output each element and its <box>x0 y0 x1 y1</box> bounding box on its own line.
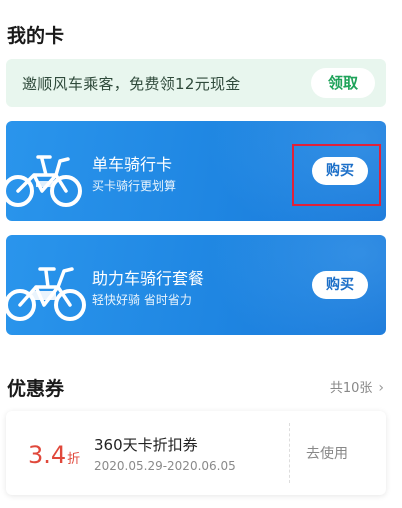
promo-text: 邀顺风车乘客，免费领12元现金 <box>22 75 241 93</box>
bicycle-icon <box>6 155 82 207</box>
ebike-icon <box>6 267 86 321</box>
card-title: 助力车骑行套餐 <box>92 269 205 288</box>
use-coupon-button[interactable]: 去使用 <box>306 443 348 463</box>
coupon-discount-unit: 折 <box>67 452 81 467</box>
ebike-card[interactable]: 助力车骑行套餐 轻快好骑 省时省力 购买 <box>6 235 386 335</box>
coupon-date-range: 2020.05.29-2020.06.05 <box>94 459 236 473</box>
coupon-value: 3.4折 <box>28 441 80 469</box>
my-cards-title: 我的卡 <box>7 25 65 47</box>
claim-button[interactable]: 领取 <box>311 68 375 98</box>
card-title: 单车骑行卡 <box>92 155 173 174</box>
coupon-discount-number: 3.4 <box>28 441 67 469</box>
coupon-name: 360天卡折扣券 <box>94 436 198 454</box>
coupons-title: 优惠券 <box>7 378 65 400</box>
chevron-right-icon: › <box>378 380 384 396</box>
buy-bike-card-button[interactable]: 购买 <box>312 157 368 185</box>
coupon-card[interactable]: 3.4折 360天卡折扣券 2020.05.29-2020.06.05 去使用 <box>6 411 386 495</box>
promo-banner[interactable]: 邀顺风车乘客，免费领12元现金 领取 <box>6 59 386 107</box>
card-subtitle: 轻快好骑 省时省力 <box>92 293 192 307</box>
buy-ebike-package-button[interactable]: 购买 <box>312 271 368 299</box>
card-subtitle: 买卡骑行更划算 <box>92 179 177 193</box>
bike-card[interactable]: 单车骑行卡 买卡骑行更划算 购买 <box>6 121 386 221</box>
coupon-total-text: 共10张 <box>329 381 373 396</box>
coupon-total-link[interactable]: 共10张 › <box>330 377 384 396</box>
coupon-divider <box>289 423 290 483</box>
